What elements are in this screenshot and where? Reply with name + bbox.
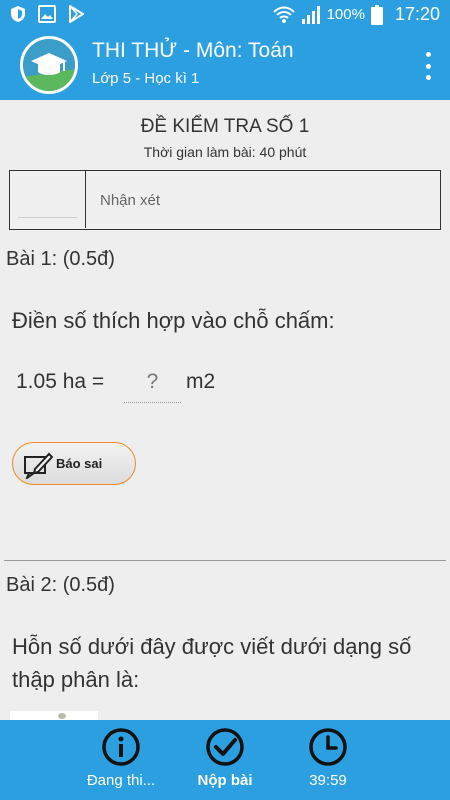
graduation-cap-icon [23,39,75,91]
nav-status-label: Đang thi... [86,772,156,789]
app-subtitle: Lớp 5 - Học kì 1 [92,70,200,87]
answer-unit: m2 [186,370,216,393]
app-logo [20,36,78,94]
exam-time-limit: Thời gian làm bài: 40 phút [143,144,307,160]
app-bar: THI THỬ - Môn: Toán Lớp 5 - Học kì 1 [0,30,450,100]
check-circle-icon [206,728,244,766]
answer-blank-input[interactable]: ? [124,370,181,403]
clock-icon [309,728,347,766]
nav-status-button[interactable]: Đang thi... [66,720,176,800]
grade-box: Nhận xét [9,170,441,230]
comment-label: Nhận xét [100,192,161,209]
question-1-header: Bài 1: (0.5đ) [6,248,115,270]
nav-timer-label: 39:59 [309,772,347,789]
question-2-header: Bài 2: (0.5đ) [6,574,115,596]
app-title: THI THỬ - Môn: Toán [92,39,294,62]
edit-report-icon [24,452,53,479]
status-time: 17:20 [394,4,440,24]
battery-icon [370,4,383,25]
exam-content[interactable]: ĐỀ KIỂM TRA SỐ 1 Thời gian làm bài: 40 p… [0,100,450,720]
report-error-label: Báo sai [56,456,103,471]
question-2-prompt: Hỗn số dưới đây được viết dưới dạng số t… [12,634,412,692]
wifi-icon [272,6,295,23]
overflow-menu-icon[interactable] [424,52,432,80]
signal-icon [301,5,320,24]
bottom-nav: Đang thi... Nộp bài 39:59 [0,720,450,800]
question-1-prompt: Điền số thích hợp vào chỗ chấm: [12,308,335,333]
shield-icon [11,6,25,22]
gallery-icon [38,5,56,23]
exam-title: ĐỀ KIỂM TRA SỐ 1 [140,116,310,137]
status-bar: 100% 17:20 [0,0,450,30]
battery-percent: 100% [326,6,365,23]
nav-submit-label: Nộp bài [197,772,253,789]
question-divider [4,560,446,561]
play-store-icon [69,5,84,23]
report-error-button[interactable]: Báo sai [12,442,136,485]
answer-lhs: 1.05 ha = [16,370,105,393]
question-2-figure [10,711,98,720]
nav-timer-button[interactable]: 39:59 [273,720,383,800]
info-icon [102,728,140,766]
score-cell [10,171,86,228]
nav-submit-button[interactable]: Nộp bài [170,720,280,800]
